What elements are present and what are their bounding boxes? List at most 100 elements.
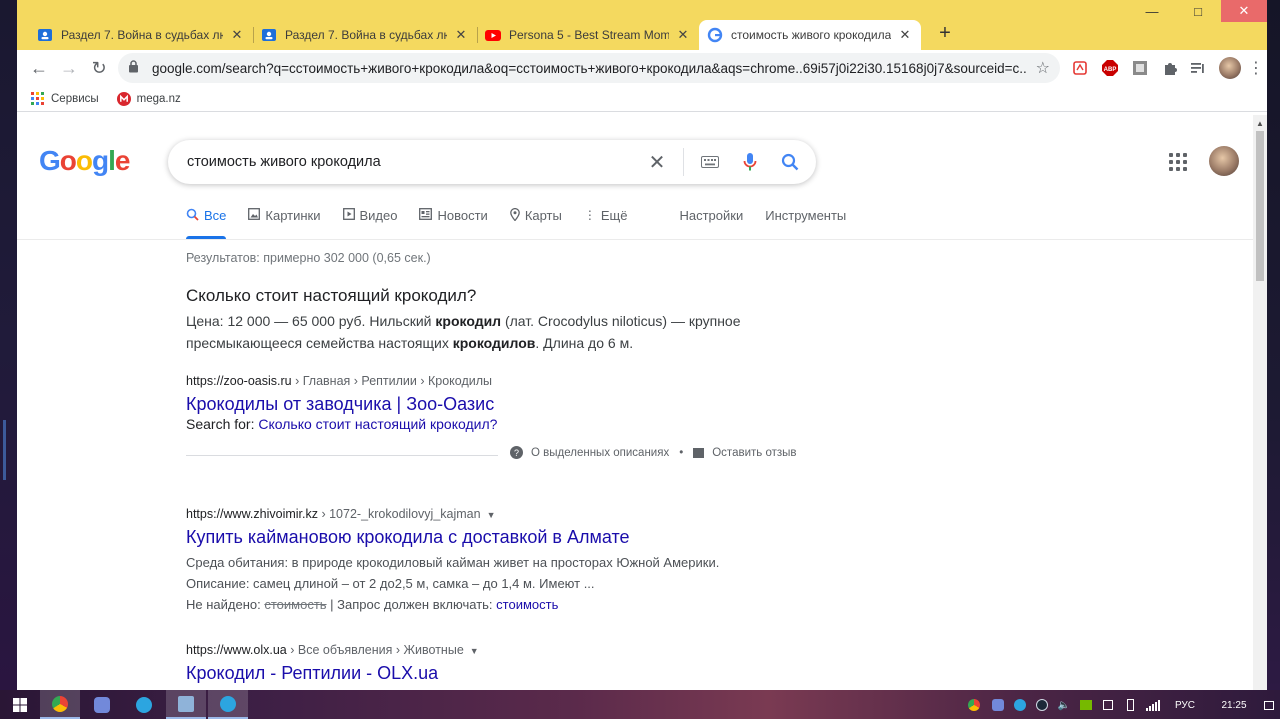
tab-youtube[interactable]: Persona 5 - Best Stream Moment ✕: [477, 20, 699, 50]
tab-label: Настройки: [679, 208, 744, 223]
answer-text: Цена: 12 000 — 65 000 руб. Нильский: [186, 313, 436, 329]
menu-kebab-icon[interactable]: ⋮: [1245, 57, 1267, 79]
tab-news[interactable]: Новости: [419, 208, 488, 239]
tab-classroom-2[interactable]: Раздел 7. Война в судьбах люде ✕: [253, 20, 477, 50]
must-include-link[interactable]: стоимость: [496, 597, 558, 612]
map-pin-icon: [509, 207, 520, 224]
taskbar-app[interactable]: [166, 690, 206, 719]
tray-chrome-icon[interactable]: [966, 697, 982, 713]
search-result: https://www.zhivoimir.kz › 1072-_krokodi…: [186, 507, 826, 615]
maximize-button[interactable]: □: [1175, 0, 1221, 22]
tab-video[interactable]: Видео: [342, 208, 397, 239]
missing-label: Не найдено:: [186, 597, 265, 612]
desktop-right-edge: [1267, 0, 1280, 690]
speaker-icon[interactable]: 🔈: [1056, 697, 1072, 713]
google-icon: [707, 27, 723, 43]
microphone-icon[interactable]: [730, 140, 770, 184]
account-avatar[interactable]: [1209, 146, 1239, 176]
help-icon: ?: [510, 446, 523, 459]
bookmark-services[interactable]: Сервисы: [31, 91, 99, 106]
tab-close-icon[interactable]: ✕: [229, 27, 245, 43]
snippet-feedback: ? О выделенных описаниях • Оставить отзы…: [510, 446, 797, 459]
bookmarks-bar: Сервисы mega.nz: [17, 86, 1267, 112]
new-tab-button[interactable]: +: [933, 22, 957, 46]
search-box[interactable]: стоимость живого крокодила ✕: [168, 140, 816, 184]
input-language[interactable]: РУС: [1170, 697, 1200, 713]
chrome-window: Раздел 7. Война в судьбах люде ✕ Раздел …: [17, 0, 1267, 690]
extension-image-icon[interactable]: [1129, 57, 1151, 79]
logo-letter: o: [59, 145, 77, 176]
logo-letter: o: [75, 145, 93, 176]
taskbar-telegram-2[interactable]: [208, 690, 248, 719]
back-button[interactable]: ←: [24, 53, 54, 83]
address-bar[interactable]: google.com/search?q=сстоимость+живого+кр…: [118, 53, 1060, 83]
wifi-signal-icon[interactable]: [1144, 697, 1162, 713]
page-scrollbar[interactable]: ▲: [1253, 115, 1267, 690]
extension-adblock-icon[interactable]: ABP: [1099, 57, 1121, 79]
reload-button[interactable]: ↻: [84, 53, 114, 83]
tray-battery-icon[interactable]: [1122, 697, 1138, 713]
caret-down-icon[interactable]: ▼: [470, 646, 479, 656]
media-queue-icon[interactable]: [1187, 57, 1209, 79]
extension-pdf-icon[interactable]: [1069, 57, 1091, 79]
featured-question: Сколько стоит настоящий крокодил?: [186, 286, 477, 305]
taskbar-chrome[interactable]: [40, 690, 80, 719]
search-input[interactable]: стоимость живого крокодила: [187, 154, 637, 170]
tab-images[interactable]: Картинки: [248, 208, 321, 239]
tab-settings[interactable]: Настройки: [679, 208, 743, 239]
tab-google-search[interactable]: стоимость живого крокодила - ✕: [699, 20, 921, 50]
profile-avatar[interactable]: [1219, 57, 1241, 79]
tab-classroom-1[interactable]: Раздел 7. Война в судьбах люде ✕: [29, 20, 253, 50]
bookmark-label: mega.nz: [136, 92, 181, 105]
tray-steam-icon[interactable]: [1034, 697, 1050, 713]
search-for-link[interactable]: Сколько стоит настоящий крокодил?: [258, 416, 497, 432]
tab-close-icon[interactable]: ✕: [897, 27, 913, 43]
tab-close-icon[interactable]: ✕: [675, 27, 691, 43]
result-title-link[interactable]: Крокодил - Рептилии - OLX.ua: [186, 663, 826, 684]
notifications-icon[interactable]: [1262, 697, 1276, 713]
google-apps-icon[interactable]: [1169, 153, 1187, 171]
tray-discord-icon[interactable]: [990, 697, 1006, 713]
about-snippets-link[interactable]: О выделенных описаниях: [531, 447, 669, 459]
discord-icon: [94, 696, 110, 713]
tab-maps[interactable]: Карты: [509, 207, 562, 239]
feedback-link[interactable]: Оставить отзыв: [712, 447, 796, 459]
result-cite: https://www.zhivoimir.kz › 1072-_krokodi…: [186, 507, 826, 521]
tray-telegram-icon[interactable]: [1012, 697, 1028, 713]
clear-icon[interactable]: ✕: [637, 140, 677, 184]
separator-dot: •: [679, 446, 684, 459]
clock[interactable]: 21:25: [1218, 697, 1250, 713]
tab-title: Persona 5 - Best Stream Moment: [509, 28, 669, 42]
minimize-button[interactable]: —: [1129, 0, 1175, 22]
scroll-up-icon[interactable]: ▲: [1256, 119, 1264, 128]
tab-all[interactable]: Все: [186, 208, 227, 239]
app-window-icon: [178, 695, 194, 712]
tray-network-icon[interactable]: [1100, 697, 1116, 713]
arrow-left-icon: ←: [30, 57, 48, 78]
must-include-label: | Запрос должен включать:: [326, 597, 497, 612]
close-window-button[interactable]: ✕: [1221, 0, 1267, 22]
tab-more[interactable]: ⋮ Ещё: [584, 208, 628, 239]
keyboard-icon[interactable]: [690, 140, 730, 184]
answer-highlight: крокодил: [435, 313, 502, 329]
search-icon[interactable]: [770, 140, 810, 184]
google-logo[interactable]: Google: [39, 145, 130, 177]
star-icon[interactable]: ☆: [1036, 58, 1050, 78]
start-button[interactable]: [0, 690, 40, 719]
tab-tools[interactable]: Инструменты: [765, 208, 846, 239]
result-title-link[interactable]: Купить каймановою крокодила с доставкой …: [186, 527, 826, 548]
tab-label: Ещё: [600, 208, 628, 223]
extensions-puzzle-icon[interactable]: [1159, 57, 1181, 79]
result-title-link[interactable]: Крокодилы от заводчика | Зоо-Оазис: [186, 394, 826, 415]
tray-nvidia-icon[interactable]: [1078, 697, 1094, 713]
taskbar-telegram[interactable]: [124, 690, 164, 719]
snippet-line: Среда обитания: в природе крокодиловый к…: [186, 555, 720, 570]
bookmark-mega[interactable]: mega.nz: [116, 91, 181, 106]
tab-label: Инструменты: [765, 208, 847, 223]
forward-button[interactable]: →: [54, 53, 84, 83]
taskbar-discord[interactable]: [82, 690, 122, 719]
tab-close-icon[interactable]: ✕: [453, 27, 469, 43]
cite-url: https://www.zhivoimir.kz: [186, 507, 318, 521]
scroll-thumb[interactable]: [1256, 131, 1264, 281]
caret-down-icon[interactable]: ▼: [487, 510, 496, 520]
